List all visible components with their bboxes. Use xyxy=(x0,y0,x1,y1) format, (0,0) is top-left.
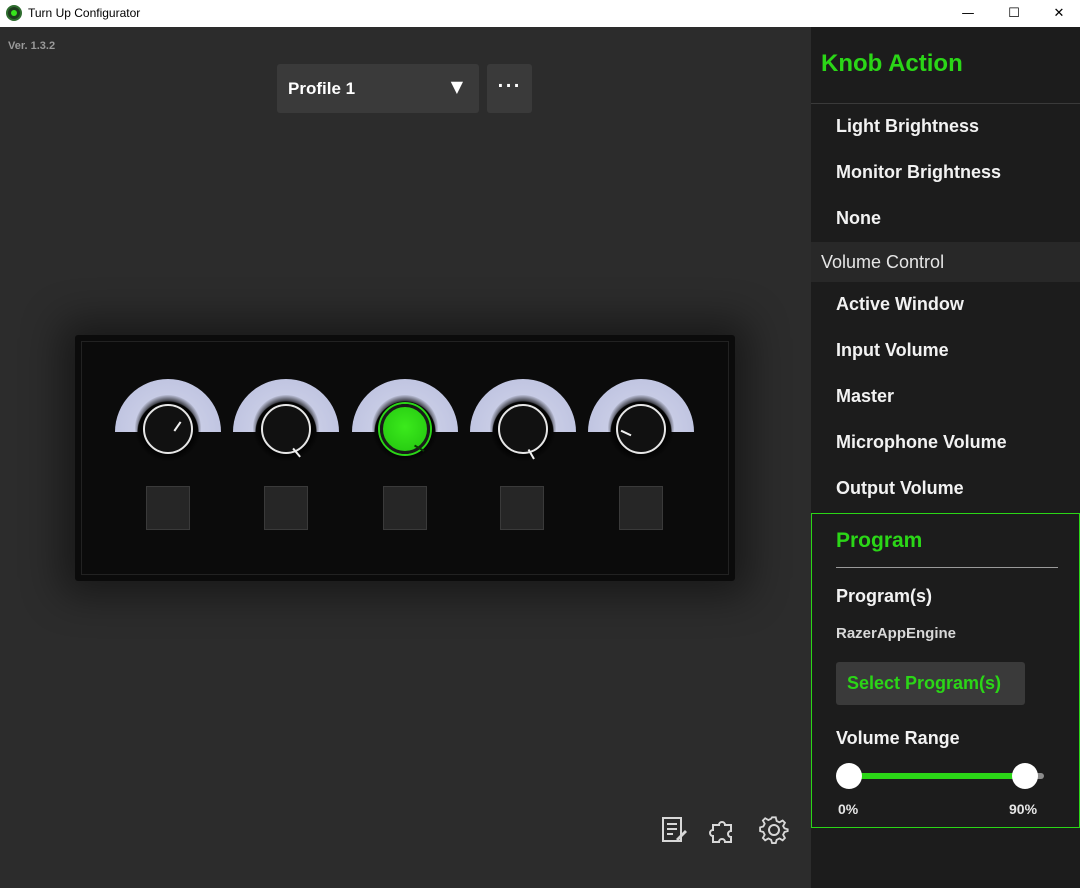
knob-1-dial[interactable] xyxy=(143,404,193,454)
button-pad-5[interactable] xyxy=(619,486,663,530)
main-area: Ver. 1.3.2 Profile 1 ▼ ··· xyxy=(0,27,811,888)
knob-2[interactable] xyxy=(233,379,341,461)
programs-label: Program(s) xyxy=(836,586,933,606)
volume-range-fill xyxy=(848,773,1024,779)
button-pad-2[interactable] xyxy=(264,486,308,530)
section-volume-control-label: Volume Control xyxy=(821,252,945,272)
action-light-brightness[interactable]: Light Brightness xyxy=(836,116,979,137)
gear-icon[interactable] xyxy=(759,815,789,845)
device-preview xyxy=(75,335,735,581)
title-bar: Turn Up Configurator — ☐ ✕ xyxy=(0,0,1080,27)
knob-1[interactable] xyxy=(115,379,223,461)
volume-range-label: Volume Range xyxy=(836,728,960,748)
sidebar-title: Knob Action xyxy=(821,50,963,77)
more-options-button[interactable]: ··· xyxy=(487,64,532,113)
volume-range-min-value: 0% xyxy=(838,801,859,817)
action-microphone-volume[interactable]: Microphone Volume xyxy=(836,432,1007,453)
action-master[interactable]: Master xyxy=(836,386,894,407)
app-logo-icon xyxy=(6,5,22,21)
minimize-button[interactable]: — xyxy=(945,0,991,27)
action-program-selected[interactable]: Program xyxy=(836,529,922,553)
divider xyxy=(811,103,1080,104)
knob-3[interactable] xyxy=(352,379,460,461)
knob-3-dial-selected[interactable] xyxy=(380,404,430,454)
button-pad-1[interactable] xyxy=(146,486,190,530)
dropdown-arrow-icon: ▼ xyxy=(450,77,463,96)
knob-5-pointer xyxy=(620,429,632,437)
maximize-button[interactable]: ☐ xyxy=(991,0,1037,27)
knob-action-sidebar: Knob Action Light Brightness Monitor Bri… xyxy=(811,27,1080,888)
selected-program-name: RazerAppEngine xyxy=(836,625,957,642)
section-volume-control: Volume Control xyxy=(811,242,1080,282)
program-panel: Program Program(s) RazerAppEngine Select… xyxy=(811,513,1080,828)
profile-selected-label: Profile 1 xyxy=(288,79,356,98)
program-divider xyxy=(836,567,1058,568)
action-none[interactable]: None xyxy=(836,208,881,229)
select-programs-button-label: Select Program(s) xyxy=(847,673,1002,693)
action-active-window[interactable]: Active Window xyxy=(836,294,964,315)
puzzle-icon[interactable] xyxy=(708,815,738,845)
knob-5[interactable] xyxy=(588,379,696,461)
volume-range-min-thumb[interactable] xyxy=(836,763,862,789)
knob-2-dial[interactable] xyxy=(261,404,311,458)
notes-icon[interactable] xyxy=(659,815,689,845)
action-output-volume[interactable]: Output Volume xyxy=(836,478,964,499)
select-programs-button[interactable]: Select Program(s) xyxy=(836,662,1025,705)
profile-dropdown[interactable]: Profile 1 ▼ xyxy=(277,64,479,113)
button-pad-3[interactable] xyxy=(383,486,427,530)
knob-4[interactable] xyxy=(470,379,578,461)
action-monitor-brightness[interactable]: Monitor Brightness xyxy=(836,162,1001,183)
version-label: Ver. 1.3.2 xyxy=(8,40,56,52)
action-input-volume[interactable]: Input Volume xyxy=(836,340,949,361)
volume-range-max-value: 90% xyxy=(1009,801,1038,817)
volume-range-max-thumb[interactable] xyxy=(1012,763,1038,789)
knob-5-dial[interactable] xyxy=(616,404,666,454)
knob-4-dial[interactable] xyxy=(498,404,548,460)
knob-1-pointer xyxy=(173,421,182,432)
more-dots-icon: ··· xyxy=(497,76,522,95)
close-button[interactable]: ✕ xyxy=(1036,0,1080,27)
device-panel xyxy=(81,341,729,575)
window-title: Turn Up Configurator xyxy=(28,6,141,20)
button-pad-4[interactable] xyxy=(500,486,544,530)
